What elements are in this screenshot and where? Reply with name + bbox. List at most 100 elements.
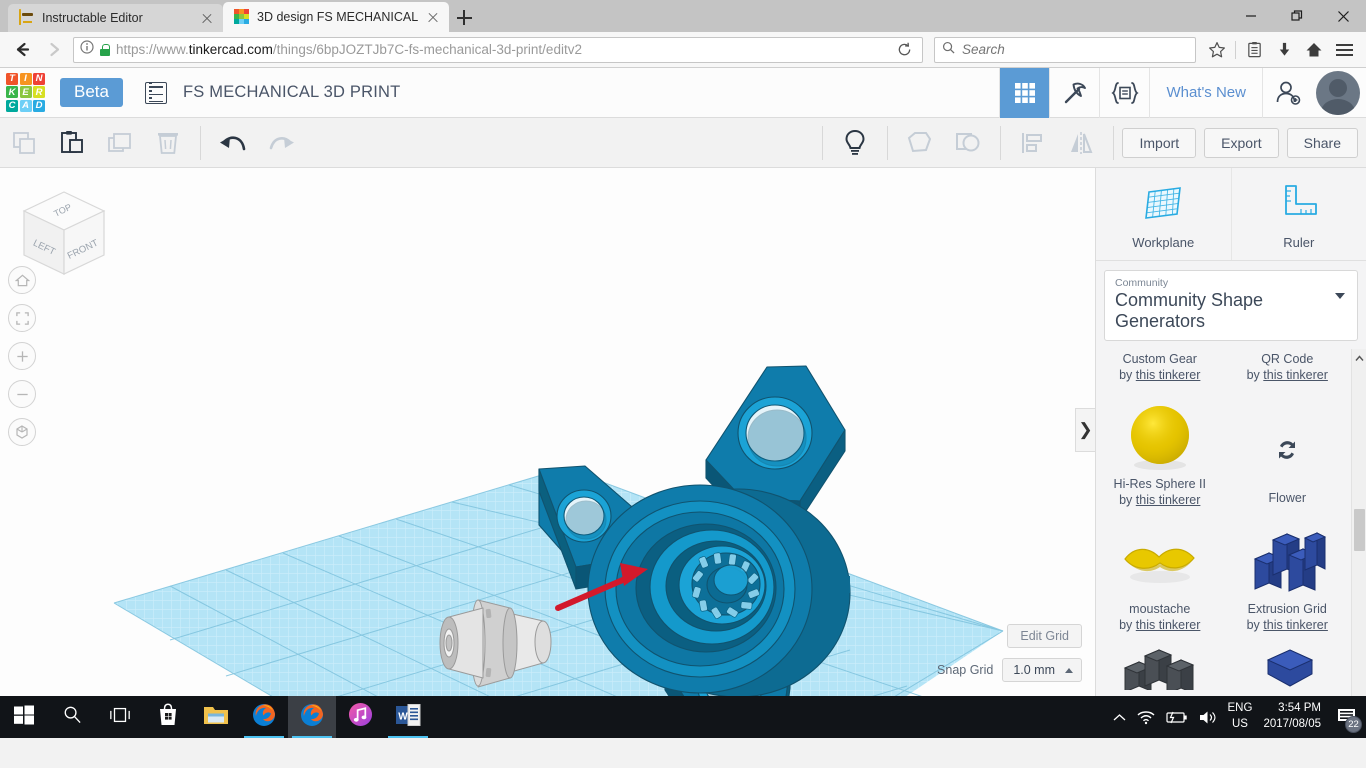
chevron-down-icon[interactable] (1335, 293, 1345, 299)
mirror-button[interactable] (1057, 118, 1105, 168)
library-icon[interactable] (1240, 36, 1268, 64)
redo-button[interactable] (257, 118, 305, 168)
clock[interactable]: 3:54 PM 2017/08/05 (1263, 701, 1321, 732)
page-title[interactable]: FS MECHANICAL 3D PRINT (183, 83, 400, 102)
divider (1235, 41, 1236, 59)
new-tab-button[interactable] (449, 4, 479, 32)
scene-canvas[interactable]: Workplane (0, 168, 1095, 696)
codeblocks-icon[interactable] (1099, 68, 1149, 118)
fit-to-view-icon[interactable] (8, 304, 36, 332)
sidebar-tool-label: Workplane (1132, 235, 1194, 250)
ortho-perspective-icon[interactable] (8, 418, 36, 446)
paste-button[interactable] (48, 118, 96, 168)
downloads-icon[interactable] (1270, 36, 1298, 64)
undo-button[interactable] (209, 118, 257, 168)
shape-category-select[interactable]: Community Community Shape Generators (1104, 270, 1358, 341)
browser-tab-3d-design[interactable]: 3D design FS MECHANICAL (223, 2, 449, 32)
notification-center-button[interactable]: 22 (1332, 703, 1360, 731)
volume-icon[interactable] (1199, 710, 1217, 725)
shape-author: by this tinkerer (1247, 368, 1328, 382)
whats-new-link[interactable]: What's New (1149, 68, 1262, 118)
url-bar[interactable]: https://www.tinkercad.com/things/6bpJOZT… (73, 37, 923, 63)
wifi-icon[interactable] (1137, 710, 1155, 725)
shape-item-qr-code[interactable]: QR Code by this tinkerer (1224, 349, 1352, 390)
zoom-out-icon[interactable] (8, 380, 36, 408)
pickaxe-icon[interactable] (1049, 68, 1099, 118)
shape-item-blue-polygon[interactable] (1224, 640, 1352, 690)
shape-item-moustache[interactable]: moustache by this tinkerer (1096, 515, 1224, 640)
close-icon[interactable] (425, 9, 441, 25)
beta-badge[interactable]: Beta (60, 78, 123, 107)
start-button[interactable] (0, 696, 48, 738)
home-icon[interactable] (1300, 36, 1328, 64)
edit-grid-button[interactable]: Edit Grid (1007, 624, 1082, 648)
tinkercad-icon (234, 9, 250, 25)
minimize-icon[interactable] (1228, 0, 1274, 32)
search-icon (942, 41, 955, 59)
export-button[interactable]: Export (1204, 128, 1278, 158)
group-button[interactable] (896, 118, 944, 168)
search-button[interactable] (48, 696, 96, 738)
align-button[interactable] (1009, 118, 1057, 168)
logo-letter: D (33, 100, 45, 112)
shape-author: by this tinkerer (1247, 618, 1328, 632)
task-view-button[interactable] (96, 696, 144, 738)
3d-viewport[interactable]: Workplane (0, 168, 1095, 696)
itunes-note-icon (348, 702, 373, 732)
zoom-in-icon[interactable] (8, 342, 36, 370)
snap-grid-select[interactable]: 1.0 mm (1002, 658, 1082, 682)
close-icon[interactable] (1320, 0, 1366, 32)
sidebar-tool-workplane[interactable]: Workplane (1096, 168, 1231, 260)
shape-item-extrusion-grid[interactable]: Extrusion Grid by this tinkerer (1224, 515, 1352, 640)
close-icon[interactable] (199, 10, 215, 26)
word-button[interactable]: W (384, 696, 432, 738)
shape-library-scroll-area[interactable]: Custom Gear by this tinkerer QR Code by … (1096, 349, 1366, 696)
back-icon[interactable] (8, 36, 36, 64)
bookmark-star-icon[interactable] (1203, 36, 1231, 64)
microsoft-store-button[interactable] (144, 696, 192, 738)
reload-icon[interactable] (892, 38, 916, 62)
share-button[interactable]: Share (1287, 128, 1358, 158)
shape-item-hi-res-sphere-ii[interactable]: Hi-Res Sphere II by this tinkerer (1096, 390, 1224, 515)
menu-icon[interactable] (1330, 36, 1358, 64)
panel-collapse-toggle[interactable]: ❯ (1075, 408, 1095, 452)
lock-icon (100, 44, 110, 56)
delete-button[interactable] (144, 118, 192, 168)
tinkercad-logo[interactable]: T I N K E R C A D (6, 73, 46, 113)
sidebar-tool-ruler[interactable]: Ruler (1231, 168, 1366, 260)
restore-icon[interactable] (1274, 0, 1320, 32)
scrollbar-thumb[interactable] (1354, 509, 1365, 551)
page-info-icon[interactable] (80, 40, 94, 59)
avatar[interactable] (1316, 71, 1360, 115)
browser-search-bar[interactable] (934, 37, 1196, 63)
shape-item-flower[interactable]: Flower (1224, 390, 1352, 515)
scroll-up-icon[interactable] (1352, 351, 1366, 365)
add-user-icon[interactable] (1262, 68, 1312, 118)
tab-label: Instructable Editor (42, 11, 192, 25)
file-explorer-button[interactable] (192, 696, 240, 738)
battery-charging-icon[interactable] (1166, 711, 1188, 724)
search-input[interactable] (962, 42, 1188, 57)
shape-category-wrap: Community Community Shape Generators (1096, 261, 1366, 349)
ungroup-button[interactable] (944, 118, 992, 168)
chevron-up-icon[interactable] (1113, 713, 1126, 722)
shape-item-dark-blocks[interactable] (1096, 640, 1224, 690)
language-line-1: ENG (1228, 701, 1253, 717)
home-view-icon[interactable] (8, 266, 36, 294)
firefox-button[interactable] (240, 696, 288, 738)
itunes-button[interactable] (336, 696, 384, 738)
firefox-active-button[interactable] (288, 696, 336, 738)
browser-toolbar-icons (1203, 36, 1358, 64)
project-list-icon[interactable] (145, 82, 167, 104)
logo-letter: R (33, 86, 45, 98)
divider (822, 126, 823, 160)
lightbulb-hint-button[interactable] (831, 118, 879, 168)
shape-item-custom-gear[interactable]: Custom Gear by this tinkerer (1096, 349, 1224, 390)
import-button[interactable]: Import (1122, 128, 1196, 158)
grid-apps-icon[interactable] (999, 68, 1049, 118)
browser-tab-instructable-editor[interactable]: Instructable Editor (8, 4, 223, 32)
duplicate-button[interactable] (96, 118, 144, 168)
sidebar-scrollbar[interactable] (1351, 349, 1366, 696)
language-indicator[interactable]: ENG US (1228, 701, 1253, 732)
copy-button[interactable] (0, 118, 48, 168)
